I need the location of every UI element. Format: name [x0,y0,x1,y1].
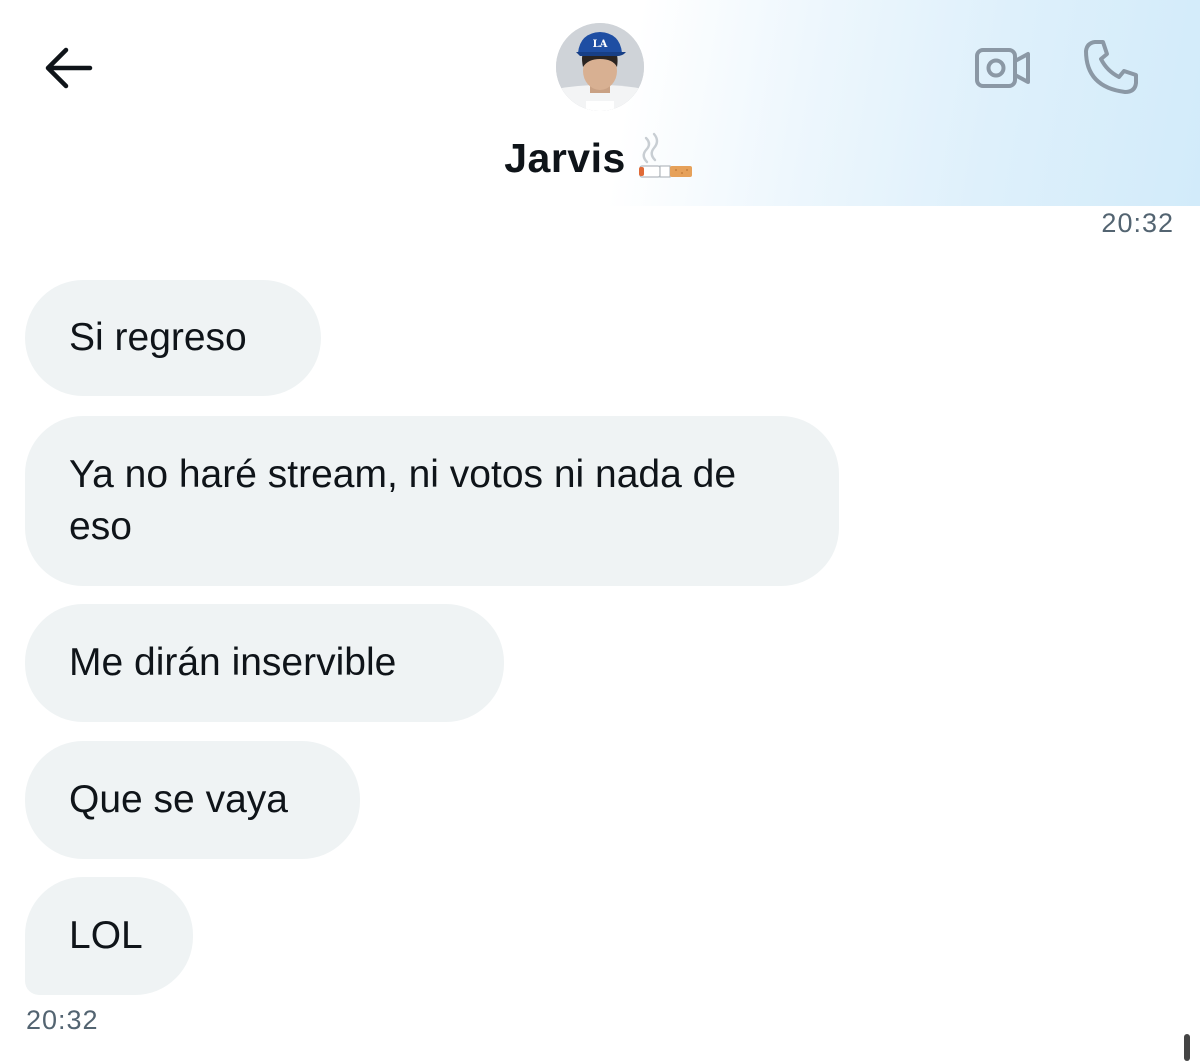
message-bubble[interactable]: Si regreso [25,280,321,396]
phone-icon [1084,40,1138,94]
back-button[interactable] [36,40,98,96]
svg-text:LA: LA [593,39,608,50]
video-call-button[interactable] [970,40,1036,96]
contact-avatar[interactable]: LA [556,23,644,111]
message-bubble[interactable]: Que se vaya [25,741,360,859]
message-text: Que se vaya [69,778,288,821]
contact-name: Jarvis [504,134,626,181]
message-bubble[interactable]: Ya no haré stream, ni votos ni nada de e… [25,416,839,586]
message-text: LOL [69,914,143,957]
phone-call-button[interactable] [1078,34,1144,100]
arrow-left-icon [45,47,93,89]
message-text: Ya no haré stream, ni votos ni nada de e… [69,453,737,548]
cigarette-emoji-icon [638,132,692,178]
video-camera-icon [975,48,1030,88]
message-bubble[interactable]: Me dirán inservible [25,604,504,722]
scrollbar[interactable] [1184,1034,1190,1061]
message-text: Si regreso [69,316,247,359]
message-timestamp: 20:32 [1101,208,1174,238]
message-bubble[interactable]: LOL [25,877,193,995]
avatar-image: LA [556,23,644,111]
message-text: Me dirán inservible [69,641,397,684]
message-timestamp: 20:32 [26,1005,99,1035]
contact-header[interactable]: Jarvis [0,128,1200,188]
